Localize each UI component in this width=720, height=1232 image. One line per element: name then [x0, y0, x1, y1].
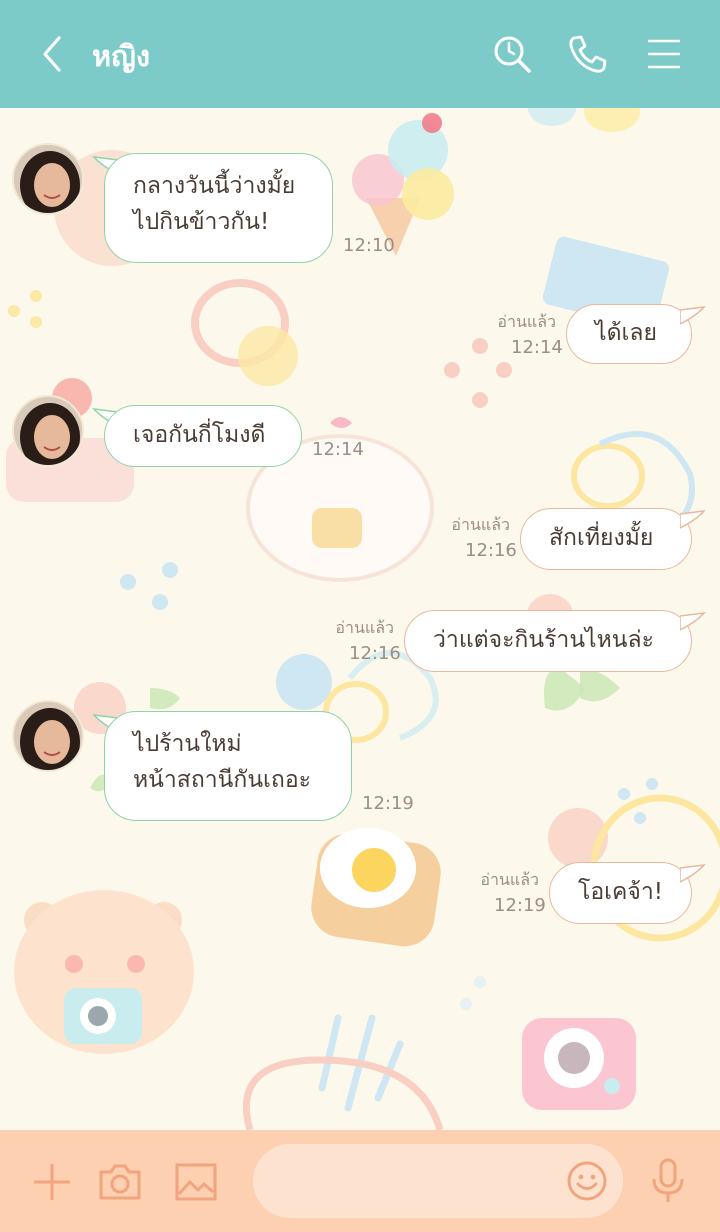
avatar[interactable]: [12, 700, 84, 772]
phone-icon[interactable]: [563, 30, 611, 78]
message-bubble-outgoing[interactable]: ว่าแต่จะกินร้านไหนล่ะ: [404, 610, 692, 672]
message-timestamp: 12:16: [349, 643, 401, 664]
bubble-tail: [680, 864, 706, 883]
message-bubble-incoming[interactable]: เจอกันกี่โมงดี: [104, 405, 302, 467]
bubble-tail: [680, 510, 706, 529]
message-line: ว่าแต่จะกินร้านไหนล่ะ: [433, 627, 654, 653]
message-line: ไปกินข้าวกัน!: [133, 209, 270, 235]
message-bubble-outgoing[interactable]: ได้เลย: [566, 304, 692, 364]
microphone-icon[interactable]: [644, 1156, 692, 1206]
message-line: กลางวันนี้ว่างมั้ย: [133, 173, 296, 199]
chat-area[interactable]: กลางวันนี้ว่างมั้ย ไปกินข้าวกัน! 12:10 อ…: [0, 108, 720, 1130]
emoji-icon[interactable]: [563, 1158, 611, 1204]
back-icon[interactable]: [28, 30, 76, 78]
message-line: โอเคจ้า!: [578, 879, 664, 905]
menu-icon[interactable]: [640, 30, 688, 78]
read-status: อ่านแล้ว: [497, 312, 556, 331]
message-bubble-incoming[interactable]: กลางวันนี้ว่างมั้ย ไปกินข้าวกัน!: [104, 153, 333, 263]
chat-header: หญิง: [0, 0, 720, 108]
avatar[interactable]: [12, 395, 84, 467]
chat-title: หญิง: [92, 39, 150, 73]
message-line: สักเที่ยงมั้ย: [549, 525, 654, 551]
message-line: หน้าสถานีกันเถอะ: [133, 767, 312, 793]
camera-icon[interactable]: [96, 1158, 144, 1206]
avatar[interactable]: [12, 143, 84, 215]
message-timestamp: 12:16: [465, 540, 517, 561]
plus-icon[interactable]: [28, 1158, 76, 1206]
bubble-tail: [680, 612, 706, 631]
message-timestamp: 12:14: [312, 439, 364, 460]
message-bubble-incoming[interactable]: ไปร้านใหม่ หน้าสถานีกันเถอะ: [104, 711, 352, 821]
message-timestamp: 12:14: [511, 337, 563, 358]
message-bubble-outgoing[interactable]: สักเที่ยงมั้ย: [520, 508, 692, 570]
image-icon[interactable]: [172, 1158, 220, 1206]
message-timestamp: 12:19: [494, 895, 546, 916]
message-timestamp: 12:19: [362, 793, 414, 814]
message-line: เจอกันกี่โมงดี: [133, 422, 266, 448]
message-line: ไปร้านใหม่: [133, 731, 242, 757]
read-status: อ่านแล้ว: [480, 870, 539, 889]
message-line: ได้เลย: [595, 320, 657, 346]
message-bubble-outgoing[interactable]: โอเคจ้า!: [549, 862, 692, 924]
message-timestamp: 12:10: [343, 235, 395, 256]
search-icon[interactable]: [488, 30, 536, 78]
read-status: อ่านแล้ว: [451, 515, 510, 534]
read-status: อ่านแล้ว: [335, 618, 394, 637]
bubble-tail: [680, 306, 706, 325]
